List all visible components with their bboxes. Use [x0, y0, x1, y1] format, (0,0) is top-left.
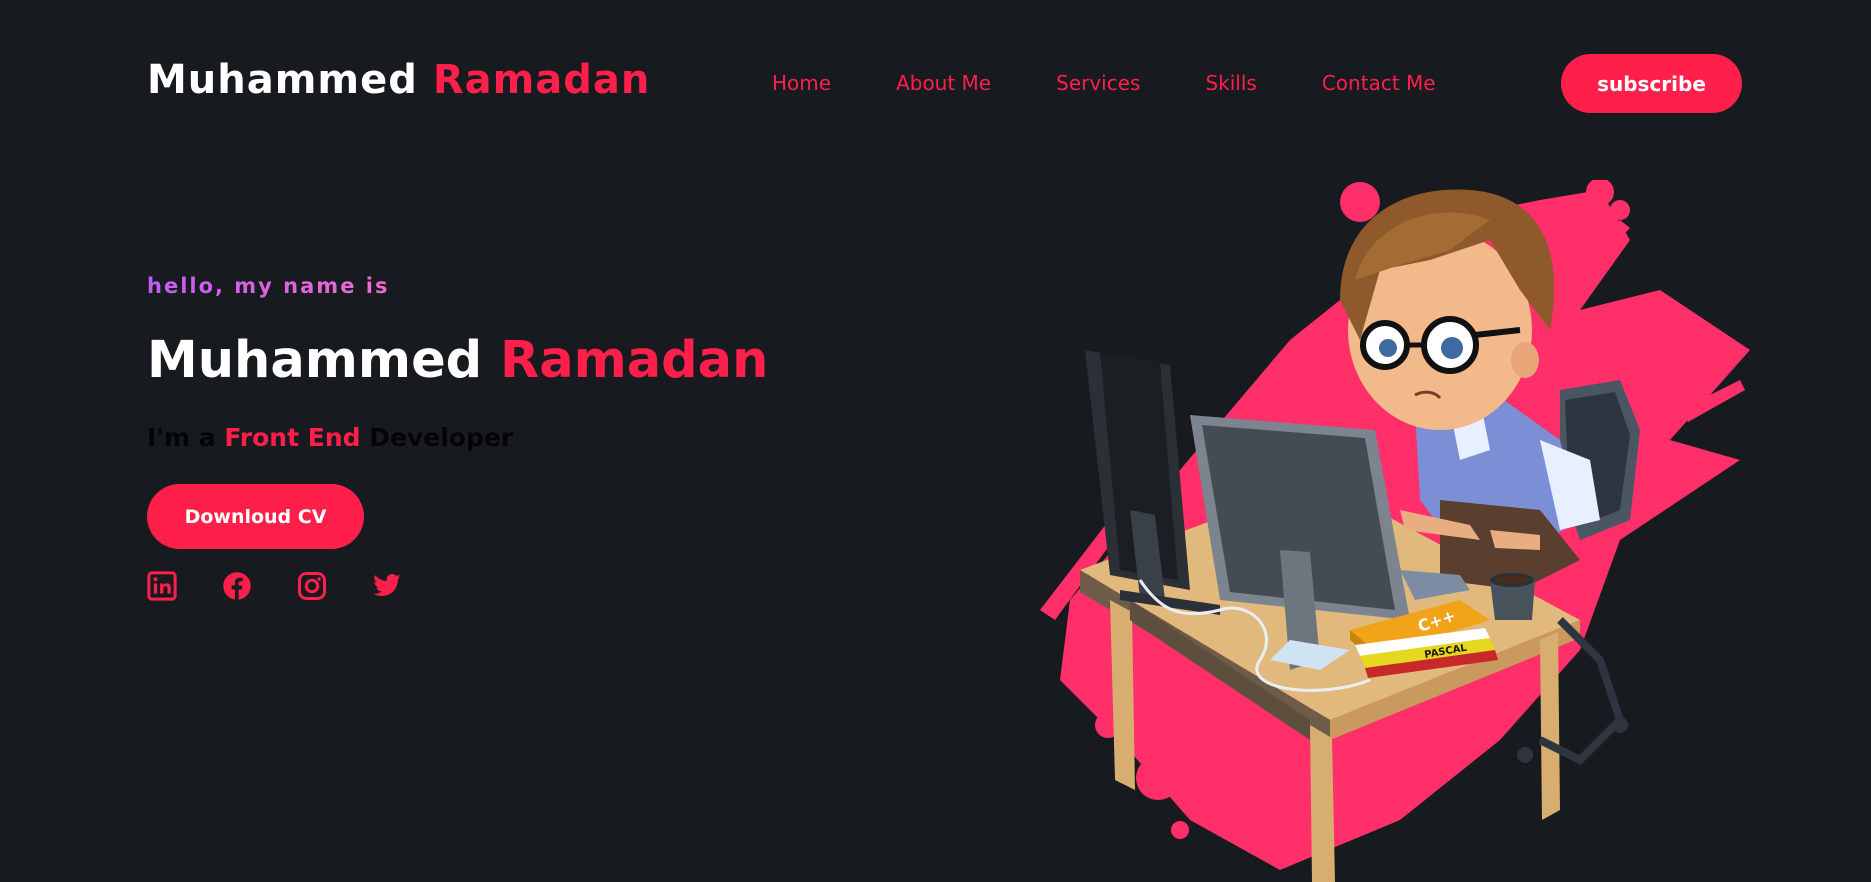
- developer-illustration: C++ PASCAL: [1040, 180, 1750, 882]
- role-prefix: I'm a: [147, 423, 216, 452]
- twitter-icon[interactable]: [372, 571, 402, 601]
- logo-last-name: Ramadan: [432, 57, 651, 103]
- page: Muhammed Ramadan Home About Me Services …: [0, 0, 1871, 882]
- linkedin-icon[interactable]: [147, 571, 177, 601]
- social-links: [147, 571, 447, 601]
- hero-role: I'm a Front End Developer: [147, 423, 513, 452]
- main-nav: Home About Me Services Skills Contact Me: [772, 69, 1436, 97]
- hero-greeting: hello, my name is: [147, 274, 390, 298]
- logo-first-name: Muhammed: [147, 57, 418, 103]
- nav-skills[interactable]: Skills: [1205, 69, 1256, 97]
- instagram-icon[interactable]: [297, 571, 327, 601]
- nav-home[interactable]: Home: [772, 69, 831, 97]
- hero-name-last: Ramadan: [499, 331, 769, 390]
- role-highlight: Front End: [224, 423, 361, 452]
- download-cv-button[interactable]: Downloud CV: [147, 484, 364, 549]
- role-suffix: Developer: [369, 423, 514, 452]
- nav-about-me[interactable]: About Me: [896, 69, 991, 97]
- facebook-icon[interactable]: [222, 571, 252, 601]
- hero-name-first: Muhammed: [147, 331, 483, 390]
- nav-contact-me[interactable]: Contact Me: [1322, 69, 1436, 97]
- hero-name: Muhammed Ramadan: [147, 330, 768, 391]
- nav-services[interactable]: Services: [1056, 69, 1140, 97]
- subscribe-button[interactable]: subscribe: [1561, 54, 1742, 113]
- coffee-mug: [1490, 573, 1535, 620]
- site-logo[interactable]: Muhammed Ramadan: [147, 58, 650, 102]
